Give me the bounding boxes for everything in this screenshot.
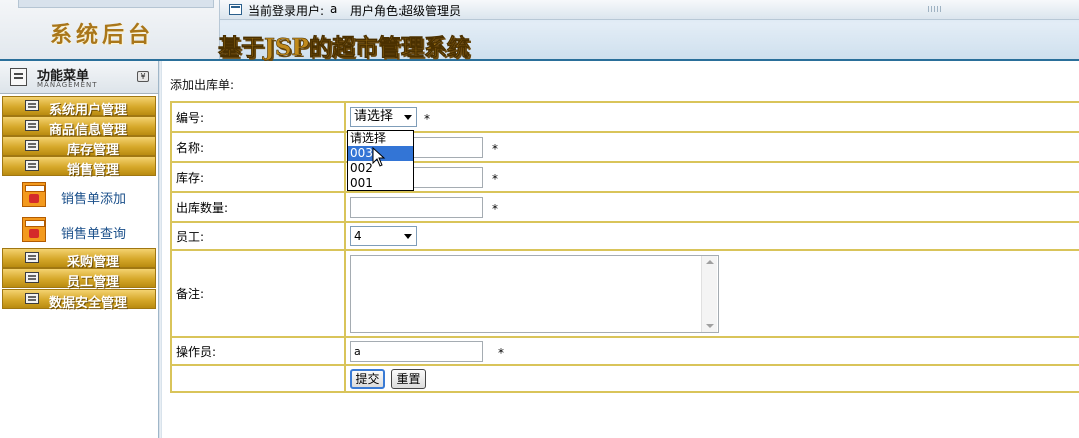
remark-textarea[interactable] (350, 255, 719, 333)
menu-group-icon (25, 293, 39, 304)
chevron-down-icon (404, 115, 412, 120)
employee-label: 员工: (170, 221, 346, 251)
brand-logo-text: 系统后台 (50, 22, 155, 48)
grip-icon (928, 6, 942, 12)
form-row-actions: 提交 重置 (170, 364, 1079, 393)
quantity-label: 出库数量: (170, 191, 346, 223)
sidebar-group-purchase[interactable]: 采购管理 (2, 248, 156, 270)
menu-list-icon (10, 68, 27, 86)
outbound-form-table: 编号: 请选择 * 名称: * 库存: * 出库数量: * 员工: 4 备注: … (170, 101, 1079, 393)
name-cell: * (344, 131, 1079, 163)
user-role-value: 超级管理员 (401, 4, 462, 18)
required-mark: * (492, 142, 498, 156)
monitor-icon (229, 4, 242, 15)
code-cell: 请选择 * (344, 101, 1079, 133)
sidebar-item-sales-add[interactable]: 销售单添加 (0, 178, 156, 212)
menu-group-icon (25, 160, 39, 171)
menu-group-icon (25, 100, 39, 111)
remark-label: 备注: (170, 249, 346, 338)
sidebar-group-system-users[interactable]: 系统用户管理 (2, 96, 156, 118)
menu-group-icon (25, 120, 39, 131)
stock-label: 库存: (170, 161, 346, 193)
scroll-down-icon[interactable] (706, 324, 714, 328)
menu-subtitle: MANAGEMENT (37, 81, 98, 89)
mouse-cursor-icon (372, 147, 386, 167)
sidebar-item-label: 销售单查询 (61, 227, 127, 242)
menu-group-icon (25, 252, 39, 263)
operator-field[interactable]: a (350, 341, 483, 362)
login-user-value: a (330, 2, 338, 16)
sidebar-group-label: 员工管理 (67, 275, 120, 290)
remark-cell (344, 249, 1079, 338)
top-header: 系统后台 当前登录用户: a 用户角色: 超级管理员 基于JSP的超市管理系统 (0, 0, 1079, 61)
collapse-icon[interactable]: ¥ (137, 71, 149, 82)
user-role-label: 用户角色: (350, 4, 403, 18)
sidebar-group-label: 数据安全管理 (49, 296, 128, 311)
brand-tab-decoration (18, 0, 214, 8)
name-label: 名称: (170, 131, 346, 163)
required-mark: * (424, 112, 430, 126)
textarea-scrollbar[interactable] (701, 256, 717, 332)
form-row-employee: 员工: 4 (170, 221, 1079, 251)
code-select[interactable]: 请选择 (350, 107, 417, 127)
sidebar-group-label: 销售管理 (67, 163, 120, 178)
form-row-stock: 库存: * (170, 161, 1079, 193)
code-select-value: 请选择 (354, 109, 394, 124)
form-row-remark: 备注: (170, 249, 1079, 338)
quantity-field[interactable] (350, 197, 483, 218)
chevron-down-icon (404, 234, 412, 239)
form-row-operator: 操作员: a * (170, 336, 1079, 366)
sidebar-group-staff[interactable]: 员工管理 (2, 268, 156, 290)
form-row-code: 编号: 请选择 * (170, 101, 1079, 133)
brand-panel: 系统后台 (0, 0, 220, 59)
actions-cell: 提交 重置 (344, 364, 1079, 393)
sidebar: 功能菜单 MANAGEMENT ¥ 系统用户管理 商品信息管理 库存管理 销售管… (0, 61, 158, 438)
quantity-cell: * (344, 191, 1079, 223)
login-user-label: 当前登录用户: (248, 4, 325, 18)
stock-cell: * (344, 161, 1079, 193)
sidebar-item-label: 销售单添加 (61, 192, 127, 207)
form-icon (22, 182, 46, 207)
actions-spacer (170, 364, 346, 393)
dropdown-option[interactable]: 请选择 (348, 131, 413, 146)
form-row-name: 名称: * (170, 131, 1079, 163)
operator-label: 操作员: (170, 336, 346, 366)
sidebar-group-data-security[interactable]: 数据安全管理 (2, 289, 156, 311)
user-info-strip: 当前登录用户: a 用户角色: 超级管理员 (220, 0, 1079, 20)
main-content: 添加出库单: 编号: 请选择 * 名称: * 库存: * 出库数量: * 员工:… (162, 61, 1079, 438)
required-mark: * (492, 172, 498, 186)
required-mark: * (492, 202, 498, 216)
dropdown-option[interactable]: 001 (348, 176, 413, 191)
employee-select[interactable]: 4 (350, 226, 417, 246)
menu-group-icon (25, 140, 39, 151)
sidebar-group-inventory[interactable]: 库存管理 (2, 136, 156, 158)
sidebar-item-sales-query[interactable]: 销售单查询 (0, 213, 156, 247)
employee-cell: 4 (344, 221, 1079, 251)
sidebar-group-sales[interactable]: 销售管理 (2, 156, 156, 178)
required-mark: * (498, 346, 504, 360)
reset-button[interactable]: 重置 (391, 369, 426, 389)
form-icon (22, 217, 46, 242)
menu-group-icon (25, 272, 39, 283)
form-row-quantity: 出库数量: * (170, 191, 1079, 223)
page-title: 添加出库单: (170, 78, 235, 92)
operator-cell: a * (344, 336, 1079, 366)
sidebar-group-product-info[interactable]: 商品信息管理 (2, 116, 156, 138)
employee-select-value: 4 (354, 229, 362, 243)
menu-header: 功能菜单 MANAGEMENT ¥ (0, 61, 158, 94)
scroll-up-icon[interactable] (706, 260, 714, 264)
submit-button[interactable]: 提交 (350, 369, 385, 389)
code-label: 编号: (170, 101, 346, 133)
system-title: 基于JSP的超市管理系统 (218, 34, 470, 62)
